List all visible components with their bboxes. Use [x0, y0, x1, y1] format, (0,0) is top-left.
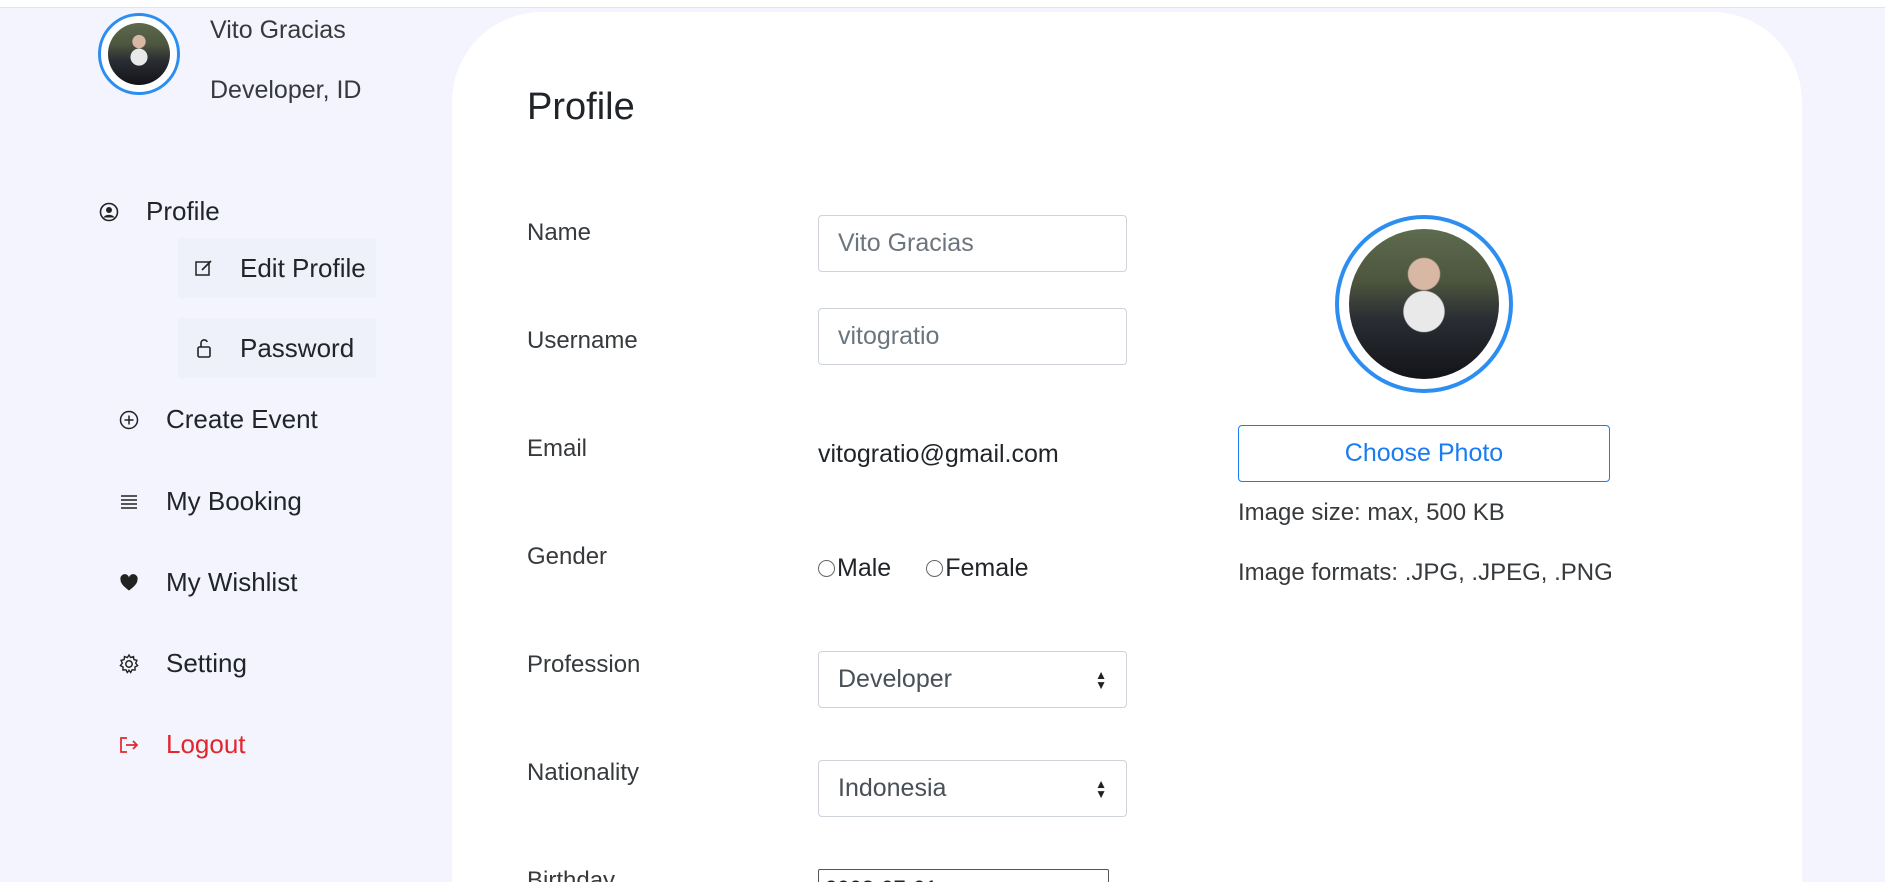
sidebar-item-setting[interactable]: Setting	[118, 648, 247, 679]
gender-label: Gender	[527, 543, 608, 570]
sidebar-item-label: Create Event	[166, 404, 318, 434]
lock-icon	[193, 337, 215, 359]
image-size-hint: Image size: max, 500 KB	[1238, 499, 1505, 526]
gender-radio-group: Male Female	[818, 554, 1064, 583]
page-title: Profile	[527, 86, 635, 128]
username-input[interactable]: vitogratio	[818, 308, 1127, 365]
gender-option-male[interactable]: Male	[818, 554, 891, 583]
plus-circle-icon	[118, 409, 140, 431]
sidebar-item-edit-profile[interactable]: Edit Profile	[178, 238, 376, 298]
name-label: Name	[527, 219, 592, 246]
sidebar-item-label: Setting	[166, 648, 247, 678]
choose-photo-button[interactable]: Choose Photo	[1238, 425, 1610, 482]
sidebar: Vito Gracias Developer, ID Profile Edit …	[0, 0, 450, 882]
profile-photo	[1335, 215, 1513, 393]
sidebar-item-logout[interactable]: Logout	[118, 729, 246, 760]
heart-icon	[118, 572, 140, 594]
sidebar-item-label: Edit Profile	[240, 252, 366, 283]
user-name: Vito Gracias	[210, 16, 346, 44]
radio-female[interactable]	[926, 560, 944, 577]
edit-icon	[193, 257, 215, 279]
name-input[interactable]: Vito Gracias	[818, 215, 1127, 272]
avatar-photo	[108, 23, 170, 85]
email-label: Email	[527, 435, 588, 462]
nationality-select[interactable]: Indonesia ▲ ▼	[818, 760, 1127, 817]
nationality-value: Indonesia	[838, 774, 947, 802]
logout-icon	[118, 734, 140, 756]
username-label: Username	[527, 327, 638, 354]
select-arrows-icon: ▲ ▼	[1095, 667, 1107, 692]
select-arrows-icon: ▲ ▼	[1095, 776, 1107, 801]
birthday-input[interactable]: 2003-07-01	[818, 869, 1109, 882]
profile-photo-image	[1349, 229, 1499, 379]
sidebar-item-label: My Wishlist	[166, 567, 298, 597]
gender-female-label: Female	[945, 554, 1029, 582]
sidebar-item-label: Logout	[166, 729, 246, 759]
sidebar-item-my-booking[interactable]: My Booking	[118, 486, 302, 517]
sidebar-item-password[interactable]: Password	[178, 318, 376, 378]
sidebar-item-label: Profile	[146, 196, 220, 226]
user-avatar[interactable]	[98, 13, 180, 95]
radio-male[interactable]	[818, 560, 835, 577]
nationality-label: Nationality	[527, 759, 640, 786]
sidebar-item-profile[interactable]: Profile	[98, 196, 220, 227]
sidebar-item-label: Password	[240, 332, 355, 363]
image-format-hint: Image formats: .JPG, .JPEG, .PNG	[1238, 559, 1613, 586]
profession-select[interactable]: Developer ▲ ▼	[818, 651, 1127, 708]
profession-value: Developer	[838, 665, 952, 693]
email-value: vitogratio@gmail.com	[818, 440, 1059, 468]
sidebar-item-my-wishlist[interactable]: My Wishlist	[118, 567, 297, 598]
user-circle-icon	[98, 201, 120, 223]
gear-icon	[118, 653, 140, 675]
list-icon	[118, 491, 140, 513]
gender-option-female[interactable]: Female	[926, 554, 1029, 583]
sidebar-item-label: My Booking	[166, 486, 302, 516]
birthday-label: Birthday	[527, 867, 616, 882]
gender-male-label: Male	[837, 554, 892, 582]
user-role: Developer, ID	[210, 76, 362, 104]
profession-label: Profession	[527, 651, 641, 678]
sidebar-item-create-event[interactable]: Create Event	[118, 404, 318, 435]
